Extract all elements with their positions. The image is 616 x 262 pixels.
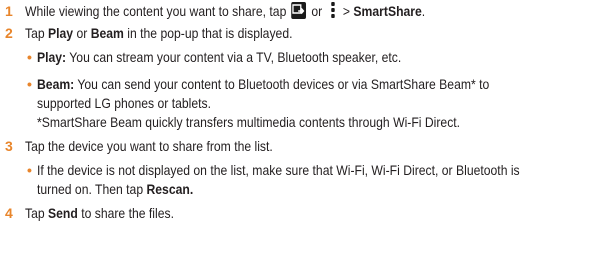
step-3-text: Tap the device you want to share from th… [25,137,273,155]
overflow-menu-icon [329,2,336,19]
step-text: While viewing the content you want to sh… [25,3,287,19]
step-1-text: While viewing the content you want to sh… [25,2,425,20]
step-number: 4 [5,205,13,221]
send-label: Send [48,205,78,221]
rescan-bullet-text: turned on. Then tap [37,181,144,197]
step-text: in the pop-up that is displayed. [127,25,293,41]
beam-bullet-text: supported LG phones or tablets. [37,95,212,111]
step-number: 2 [5,25,13,41]
step-text-period: . [421,3,426,19]
play-bullet-label: Play: [37,49,67,65]
step-text: Tap [25,25,45,41]
beam-bullet-continued: supported LG phones or tablets. [37,94,211,112]
play-bullet-text: You can stream your content via a TV, Bl… [69,49,402,65]
play-label: Play [48,25,74,41]
footnote: *SmartShare Beam quickly transfers multi… [37,113,460,131]
beam-label: Beam [90,25,124,41]
rescan-label: Rescan. [146,181,194,197]
step-text-or: or [76,25,88,41]
step-number: 3 [5,138,13,154]
rescan-bullet-continued: turned on. Then tap Rescan. [37,180,193,198]
footnote-text: *SmartShare Beam quickly transfers multi… [37,114,461,130]
step-text-or: or [311,3,323,19]
step-text: Tap the device you want to share from th… [25,138,273,154]
share-to-screen-icon [291,2,307,19]
rescan-bullet: If the device is not displayed on the li… [37,161,520,179]
bullet-marker: • [27,162,32,178]
beam-bullet: Beam: You can send your content to Bluet… [37,75,489,93]
beam-bullet-text: You can send your content to Bluetooth d… [77,76,490,92]
beam-bullet-label: Beam: [37,76,75,92]
step-number: 1 [5,3,13,19]
step-text: to share the files. [81,205,174,221]
step-4-text: Tap Send to share the files. [25,204,174,222]
bullet-marker: • [27,49,32,65]
instruction-page: 1 While viewing the content you want to … [0,0,616,262]
rescan-bullet-text: If the device is not displayed on the li… [37,162,520,178]
step-2-text: Tap Play or Beam in the pop-up that is d… [25,24,292,42]
bullet-marker: • [27,76,32,92]
step-text-gt: > [342,3,351,19]
step-text: Tap [25,205,45,221]
smartshare-label: SmartShare [353,3,422,19]
play-bullet: Play: You can stream your content via a … [37,48,401,66]
